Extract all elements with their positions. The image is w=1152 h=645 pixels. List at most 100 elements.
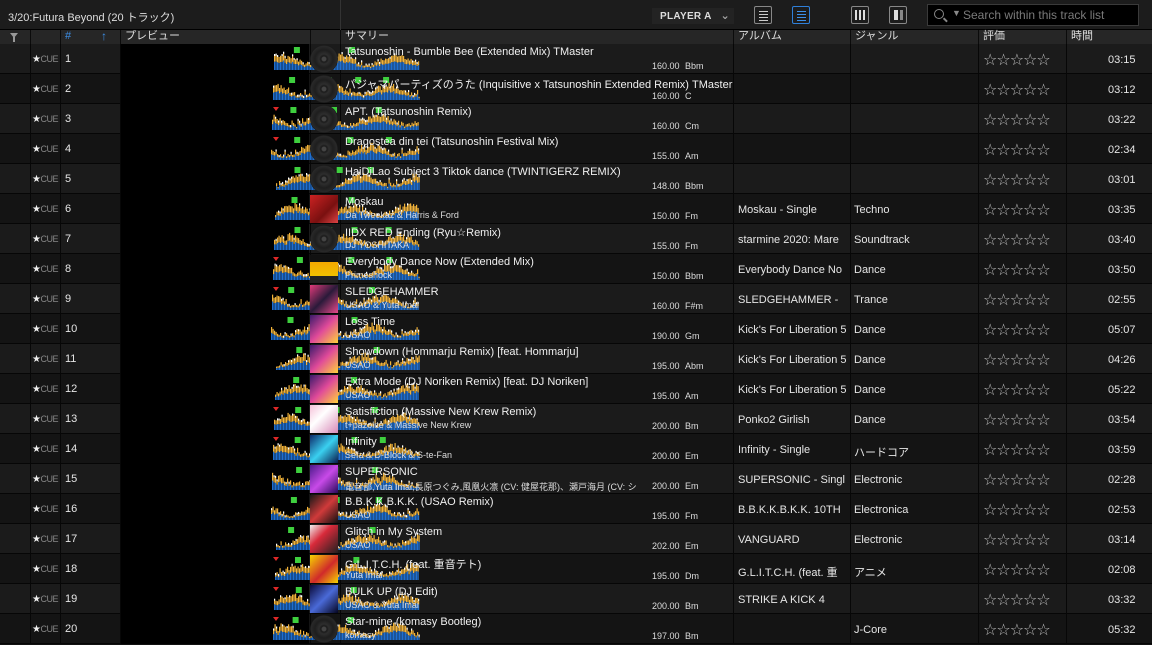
waveform-preview[interactable] <box>121 554 419 584</box>
waveform-preview[interactable] <box>121 284 419 314</box>
rating-stars[interactable]: ☆☆☆☆☆ <box>983 50 1051 69</box>
track-row[interactable]: ★CUE 9 SLEDGEHAMMER USAO & Yuta Imai 160.00 F… <box>0 284 1152 314</box>
waveform-preview[interactable] <box>121 584 420 614</box>
rating-stars[interactable]: ☆☆☆☆☆ <box>983 470 1051 489</box>
rating-stars[interactable]: ☆☆☆☆☆ <box>983 560 1051 579</box>
search-options-icon[interactable]: ▼ <box>952 8 961 18</box>
rating-stars[interactable]: ☆☆☆☆☆ <box>983 350 1051 369</box>
cue-indicator[interactable]: ★CUE <box>32 384 58 395</box>
split-view-icon[interactable] <box>889 6 907 24</box>
waveform-preview[interactable] <box>121 314 420 344</box>
time-column-header[interactable]: 時間 <box>1066 30 1152 44</box>
cue-indicator[interactable]: ★CUE <box>32 234 58 245</box>
rating-stars[interactable]: ☆☆☆☆☆ <box>983 110 1051 129</box>
list-view-icon[interactable] <box>754 6 772 24</box>
track-row[interactable]: ★CUE 5 HaiDiLao Subject 3 Tiktok dance (TW… <box>0 164 1152 194</box>
detail-list-view-icon[interactable] <box>792 6 810 24</box>
track-row[interactable]: ★CUE 14 Infinity Sefa & D-Block & S-te-Fan 2… <box>0 434 1152 464</box>
track-row[interactable]: ★CUE 6 Moskau Da Tweekaz & Harris & Ford 150… <box>0 194 1152 224</box>
rating-stars[interactable]: ☆☆☆☆☆ <box>983 530 1051 549</box>
columns-view-icon[interactable] <box>851 6 869 24</box>
waveform-preview[interactable] <box>121 224 420 254</box>
track-row[interactable]: ★CUE 10 Loss Time USAO 190.00 Gm Kick's For Li… <box>0 314 1152 344</box>
cue-indicator[interactable]: ★CUE <box>32 474 58 485</box>
cue-indicator[interactable]: ★CUE <box>32 594 58 605</box>
waveform-preview[interactable] <box>121 464 419 494</box>
rating-stars[interactable]: ☆☆☆☆☆ <box>983 320 1051 339</box>
search-input[interactable] <box>963 7 1133 23</box>
rating-stars[interactable]: ☆☆☆☆☆ <box>983 380 1051 399</box>
cue-indicator[interactable]: ★CUE <box>32 114 58 125</box>
summary-column-header[interactable]: サマリー <box>340 30 733 44</box>
track-row[interactable]: ★CUE 20 Star-mine (komasy Bootleg) komasy 19… <box>0 614 1152 644</box>
cue-indicator[interactable]: ★CUE <box>32 204 58 215</box>
cue-indicator[interactable]: ★CUE <box>32 324 58 335</box>
track-row[interactable]: ★CUE 13 Satisfiction (Massive New Krew Rem… <box>0 404 1152 434</box>
track-row[interactable]: ★CUE 18 G.L.I.T.C.H. (feat. 重音テト) Yuta Imai… <box>0 554 1152 584</box>
waveform-preview[interactable] <box>121 344 420 374</box>
rating-stars[interactable]: ☆☆☆☆☆ <box>983 620 1051 639</box>
rating-stars[interactable]: ☆☆☆☆☆ <box>983 500 1051 519</box>
cue-indicator[interactable]: ★CUE <box>32 414 58 425</box>
player-selector[interactable]: PLAYER A ⌄ <box>652 8 734 24</box>
number-column-header[interactable]: # ↑ <box>60 30 120 44</box>
cue-indicator[interactable]: ★CUE <box>32 294 58 305</box>
waveform-preview[interactable] <box>121 494 420 524</box>
cue-indicator[interactable]: ★CUE <box>32 624 58 635</box>
waveform-preview[interactable] <box>121 524 420 554</box>
track-row[interactable]: ★CUE 3 APT. (Tatsunoshin Remix) 160.00 Cm ☆☆☆… <box>0 104 1152 134</box>
track-row[interactable]: ★CUE 19 BULK UP (DJ Edit) USAO & Yuta Imai 2… <box>0 584 1152 614</box>
track-row[interactable]: ★CUE 4 Dragostea din tei (Tatsunoshin Fest… <box>0 134 1152 164</box>
waveform-preview[interactable] <box>121 164 420 194</box>
track-time: 03:14 <box>1108 534 1136 546</box>
rating-stars[interactable]: ☆☆☆☆☆ <box>983 260 1051 279</box>
cue-indicator[interactable]: ★CUE <box>32 504 58 515</box>
rating-stars[interactable]: ☆☆☆☆☆ <box>983 80 1051 99</box>
track-row[interactable]: ★CUE 15 SUPERSONIC 電音部,Yuta Imai,長原つぐみ,風凰火凛… <box>0 464 1152 494</box>
artwork-column-header[interactable] <box>310 30 340 44</box>
search-box[interactable]: ▼ <box>927 4 1139 26</box>
preview-header-label: プレビュー <box>125 30 180 42</box>
waveform-preview[interactable] <box>121 104 419 134</box>
cue-indicator[interactable]: ★CUE <box>32 534 58 545</box>
rating-stars[interactable]: ☆☆☆☆☆ <box>983 140 1051 159</box>
waveform-preview[interactable] <box>121 44 420 74</box>
waveform-preview[interactable] <box>121 374 419 404</box>
genre-column-header[interactable]: ジャンル <box>850 30 978 44</box>
waveform-preview[interactable] <box>121 614 420 644</box>
waveform-preview[interactable] <box>121 134 420 164</box>
cue-indicator[interactable]: ★CUE <box>32 144 58 155</box>
preview-column-header[interactable]: プレビュー <box>120 30 310 44</box>
cue-indicator[interactable]: ★CUE <box>32 174 58 185</box>
cue-indicator[interactable]: ★CUE <box>32 54 58 65</box>
rating-stars[interactable]: ☆☆☆☆☆ <box>983 440 1051 459</box>
waveform-preview[interactable] <box>121 434 420 464</box>
track-row[interactable]: ★CUE 7 IIDX RED Ending (Ryu☆Remix) DJ YOSHI… <box>0 224 1152 254</box>
rating-stars[interactable]: ☆☆☆☆☆ <box>983 200 1051 219</box>
cue-indicator[interactable]: ★CUE <box>32 84 58 95</box>
cue-indicator[interactable]: ★CUE <box>32 354 58 365</box>
rating-stars[interactable]: ☆☆☆☆☆ <box>983 410 1051 429</box>
album-column-header[interactable]: アルバム <box>733 30 850 44</box>
waveform-preview[interactable] <box>121 194 419 224</box>
cue-indicator[interactable]: ★CUE <box>32 264 58 275</box>
track-row[interactable]: ★CUE 1 Tatsunoshin - Bumble Bee (Extended … <box>0 44 1152 74</box>
track-row[interactable]: ★CUE 17 Glitch in My System USAO 202.00 Em VAN… <box>0 524 1152 554</box>
rating-column-header[interactable]: 評価 <box>978 30 1066 44</box>
track-row[interactable]: ★CUE 16 B.B.K.K.B.K.K. (USAO Remix) USAO 195… <box>0 494 1152 524</box>
rating-stars[interactable]: ☆☆☆☆☆ <box>983 170 1051 189</box>
track-row[interactable]: ★CUE 12 Extra Mode (DJ Noriken Remix) [fea… <box>0 374 1152 404</box>
waveform-preview[interactable] <box>121 404 420 434</box>
filter-column-header[interactable] <box>0 30 30 44</box>
rating-stars[interactable]: ☆☆☆☆☆ <box>983 290 1051 309</box>
cue-column-header[interactable] <box>30 30 60 44</box>
rating-stars[interactable]: ☆☆☆☆☆ <box>983 590 1051 609</box>
track-row[interactable]: ★CUE 8 Everybody Dance Now (Extended Mix) P… <box>0 254 1152 284</box>
track-row[interactable]: ★CUE 2 パジャマパーティズのうた (Inquisitive x Tatsuno… <box>0 74 1152 104</box>
cue-indicator[interactable]: ★CUE <box>32 444 58 455</box>
track-row[interactable]: ★CUE 11 Showdown (Hommarju Remix) [feat. H… <box>0 344 1152 374</box>
cue-indicator[interactable]: ★CUE <box>32 564 58 575</box>
rating-stars[interactable]: ☆☆☆☆☆ <box>983 230 1051 249</box>
waveform-preview[interactable] <box>121 74 420 104</box>
waveform-preview[interactable] <box>121 254 420 284</box>
